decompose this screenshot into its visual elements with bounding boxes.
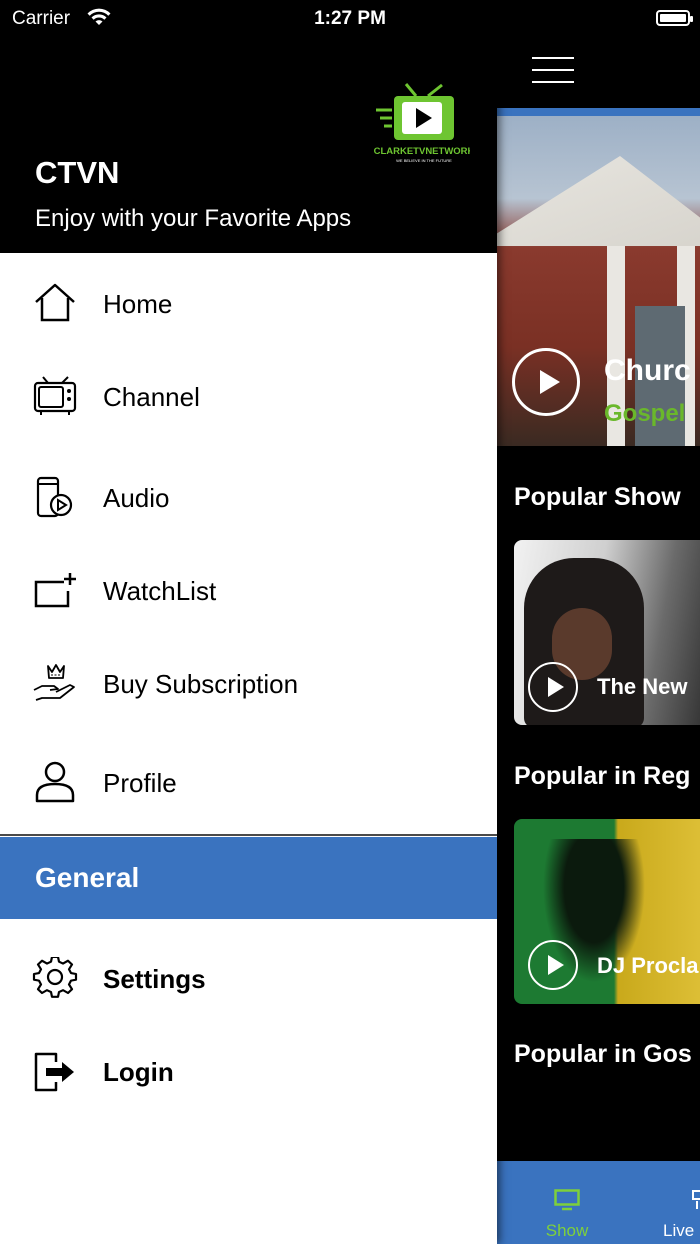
- card-play-icon[interactable]: [528, 662, 578, 712]
- section-title: Popular Show: [514, 483, 681, 511]
- menu-item-label: Settings: [103, 964, 206, 994]
- audio-device-icon: [32, 476, 78, 518]
- app-name: CTVN: [35, 155, 120, 190]
- hero-title: Churc: [604, 354, 691, 387]
- menu-divider: [0, 834, 497, 836]
- monitor-icon: [517, 1161, 617, 1211]
- watchlist-add-icon: [32, 569, 78, 611]
- menu-item-label: Profile: [103, 768, 177, 798]
- show-card[interactable]: The New: [514, 540, 700, 725]
- crown-hand-icon: [32, 662, 78, 704]
- tab-live[interactable]: Live: [652, 1161, 700, 1244]
- tab-show[interactable]: Show: [517, 1161, 617, 1244]
- menu-item-watchlist[interactable]: WatchList: [0, 549, 497, 629]
- logo-slogan-text: WE BELIEVE IN THE FUTURE: [396, 158, 452, 163]
- hero-banner[interactable]: Churc Gospel: [497, 116, 700, 446]
- menu-item-profile[interactable]: Profile: [0, 741, 497, 821]
- broadcast-icon: [652, 1161, 700, 1211]
- battery-icon: [656, 10, 693, 26]
- hero-play-icon[interactable]: [512, 348, 580, 416]
- hamburger-menu-icon[interactable]: [532, 57, 574, 85]
- menu-item-label: Home: [103, 289, 173, 319]
- show-card[interactable]: DJ Procla: [514, 819, 700, 1004]
- menu-item-label: Buy Subscription: [103, 669, 299, 699]
- card-title: DJ Procla: [597, 953, 699, 978]
- header-accent-strip: [497, 108, 700, 116]
- menu-item-channel[interactable]: Channel: [0, 355, 497, 435]
- login-icon: [32, 1050, 78, 1092]
- menu-item-settings[interactable]: Settings: [0, 937, 497, 1017]
- menu-item-label: Audio: [103, 483, 170, 513]
- section-header-general: General: [0, 837, 497, 919]
- menu-item-buy-subscription[interactable]: Buy Subscription: [0, 642, 497, 722]
- card-title: The New: [597, 674, 688, 699]
- home-icon: [32, 282, 78, 324]
- menu-item-home[interactable]: Home: [0, 262, 497, 342]
- logo-brand-text: CLARKETVNETWORK: [374, 146, 470, 157]
- status-bar: Carrier 1:27 PM: [0, 0, 700, 40]
- menu-item-audio[interactable]: Audio: [0, 456, 497, 536]
- menu-item-login[interactable]: Login: [0, 1030, 497, 1110]
- app-tagline: Enjoy with your Favorite Apps: [35, 205, 352, 232]
- navigation-drawer: CLARKETVNETWORK WE BELIEVE IN THE FUTURE…: [0, 0, 497, 1244]
- section-title: Popular in Gos: [514, 1040, 692, 1068]
- tab-label: Live: [663, 1221, 695, 1240]
- clock: 1:27 PM: [314, 8, 386, 29]
- menu-item-label: WatchList: [103, 576, 217, 606]
- hero-genre: Gospel: [604, 400, 686, 427]
- menu-item-label: Channel: [103, 382, 200, 412]
- card-play-icon[interactable]: [528, 940, 578, 990]
- gear-icon: [32, 955, 78, 999]
- menu-item-label: Login: [103, 1057, 174, 1087]
- app-logo: CLARKETVNETWORK WE BELIEVE IN THE FUTURE: [374, 82, 475, 166]
- user-icon: [32, 761, 78, 803]
- main-content: Churc Gospel Popular Show The New Popula…: [497, 0, 700, 1244]
- section-title: Popular in Reg: [514, 762, 691, 790]
- tv-icon: [32, 375, 78, 417]
- tab-label: Show: [545, 1221, 589, 1240]
- section-header-label: General: [35, 862, 140, 893]
- bottom-tab-bar: Show Live: [497, 1161, 700, 1244]
